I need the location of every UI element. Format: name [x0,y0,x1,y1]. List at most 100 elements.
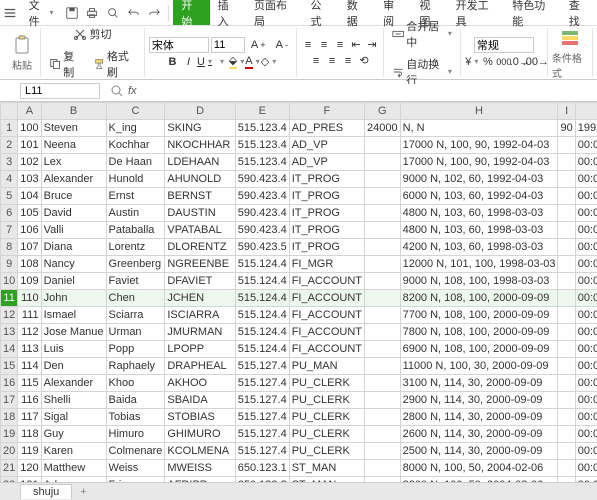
cell[interactable]: 103 [18,171,41,188]
row-header[interactable]: 11 [1,290,18,307]
cell[interactable] [364,426,400,443]
cell[interactable]: 00:00:00″ [575,256,597,273]
cell[interactable]: FI_ACCOUNT [289,307,364,324]
percent-button[interactable]: % [481,55,495,69]
cell[interactable]: ST_MAN [289,460,364,477]
cell[interactable]: 00:00:00″ [575,392,597,409]
cell[interactable] [558,239,575,256]
cell[interactable]: Nancy [41,256,106,273]
col-header-E[interactable]: E [235,103,289,120]
cell[interactable] [364,222,400,239]
cell[interactable]: 110 [18,290,41,307]
cell[interactable]: PU_MAN [289,358,364,375]
cell[interactable]: 119 [18,443,41,460]
menu-icon[interactable] [2,4,19,22]
cell[interactable]: 102 [18,154,41,171]
cell[interactable]: Jose Manue [41,324,106,341]
cell[interactable]: 650.123.1 [235,460,289,477]
cell[interactable]: Colmenare [106,443,165,460]
font-color-button[interactable]: A▾ [245,55,259,69]
col-header-J[interactable]: J [575,103,597,120]
cell[interactable]: Austin [106,205,165,222]
cell[interactable]: DRAPHEAL [165,358,235,375]
cell[interactable]: Kochhar [106,137,165,154]
cell[interactable]: Sigal [41,409,106,426]
underline-button[interactable]: U▾ [197,55,211,69]
cell[interactable]: 17000 N, 100, 90, 1992-04-03 [400,137,558,154]
row-header[interactable]: 9 [1,256,18,273]
cell[interactable]: 00:00:00″ [575,324,597,341]
cell[interactable]: 00:00:00″ [575,426,597,443]
align-top-button[interactable]: ≡ [301,38,315,52]
cell[interactable]: 2600 N, 114, 30, 2000-09-09 [400,426,558,443]
cell[interactable]: N, N [400,120,558,137]
cell[interactable] [558,256,575,273]
cell[interactable] [364,205,400,222]
cell[interactable] [558,392,575,409]
cell[interactable] [364,409,400,426]
cell[interactable]: 6900 N, 108, 100, 2000-09-09 [400,341,558,358]
cell[interactable]: 00:00:00″ [575,358,597,375]
cell[interactable]: 106 [18,222,41,239]
paste-button[interactable] [8,33,36,57]
cell[interactable]: PU_CLERK [289,426,364,443]
cell[interactable]: K_ing [106,120,165,137]
cell[interactable]: PU_CLERK [289,443,364,460]
cell[interactable]: 105 [18,205,41,222]
row-header[interactable]: 3 [1,154,18,171]
row-header[interactable]: 6 [1,205,18,222]
cell[interactable] [558,426,575,443]
cell[interactable]: 00:00:00″ [575,188,597,205]
cell[interactable]: STOBIAS [165,409,235,426]
cell[interactable]: Valli [41,222,106,239]
cell[interactable]: 515.127.4 [235,426,289,443]
spreadsheet-grid[interactable]: ABCDEFGHIJK1100StevenK_ingSKING515.123.4… [0,102,597,482]
cell[interactable]: JMURMAN [165,324,235,341]
cell[interactable]: 590.423.4 [235,171,289,188]
cell[interactable]: AD_VP [289,137,364,154]
cell[interactable]: 107 [18,239,41,256]
cell[interactable] [364,460,400,477]
cell[interactable] [558,137,575,154]
row-header[interactable]: 22 [1,477,18,483]
cell[interactable]: 590.423.4 [235,205,289,222]
cell[interactable]: SKING [165,120,235,137]
cell[interactable] [558,273,575,290]
currency-button[interactable]: ¥▾ [465,55,479,69]
cell[interactable] [558,358,575,375]
row-header[interactable]: 8 [1,239,18,256]
cell[interactable]: Himuro [106,426,165,443]
cell[interactable]: NKOCHHAR [165,137,235,154]
cell[interactable]: 515.124.4 [235,273,289,290]
decrease-decimal-button[interactable]: .00→ [529,55,543,69]
cell[interactable]: 109 [18,273,41,290]
format-painter-button[interactable]: 格式刷 [89,46,140,82]
cell[interactable]: 4800 N, 103, 60, 1998-03-03 [400,205,558,222]
menu-file[interactable]: 文件▾ [21,0,62,25]
cell[interactable] [558,341,575,358]
cell[interactable]: IT_PROG [289,205,364,222]
cell[interactable]: Ismael [41,307,106,324]
row-header[interactable]: 2 [1,137,18,154]
cell[interactable]: AHUNOLD [165,171,235,188]
cell[interactable]: Matthew [41,460,106,477]
cell[interactable] [558,409,575,426]
cell[interactable]: 515.127.4 [235,409,289,426]
cell[interactable]: 90 [558,120,575,137]
cell[interactable] [364,290,400,307]
cell[interactable]: 17000 N, 100, 90, 1992-04-03 [400,154,558,171]
clear-format-button[interactable]: ◇▾ [261,55,275,69]
cell[interactable] [558,188,575,205]
cell[interactable]: FI_MGR [289,256,364,273]
cell[interactable]: ISCIARRA [165,307,235,324]
cell[interactable] [364,392,400,409]
cell[interactable] [364,256,400,273]
row-header[interactable]: 15 [1,358,18,375]
cell[interactable]: 118 [18,426,41,443]
cell[interactable]: Weiss [106,460,165,477]
menu-insert[interactable]: 插入 [210,0,246,25]
cell[interactable]: Diana [41,239,106,256]
cell[interactable]: Popp [106,341,165,358]
cell[interactable]: IT_PROG [289,188,364,205]
cell[interactable]: 00:00:00″ [575,222,597,239]
